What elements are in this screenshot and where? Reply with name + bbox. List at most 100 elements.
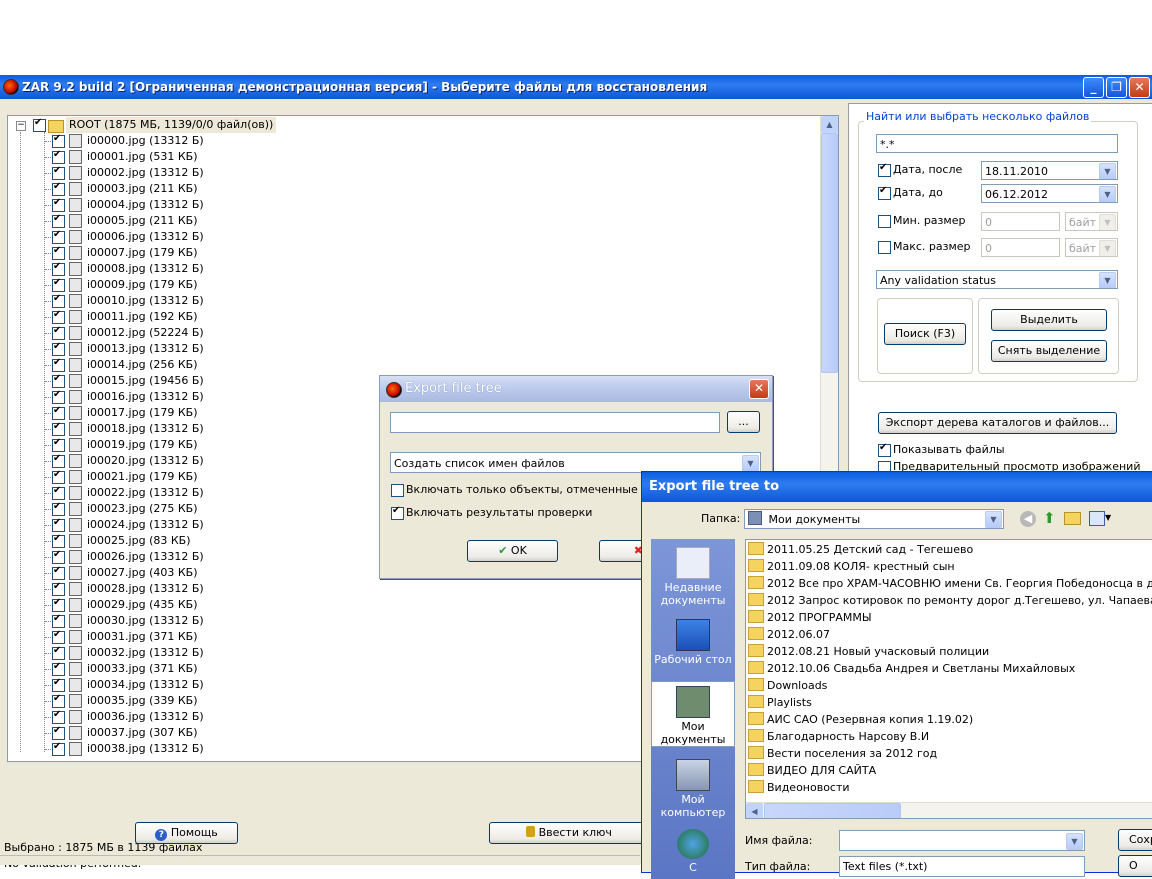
file-checkbox[interactable] — [52, 277, 65, 292]
date-after-picker[interactable]: 18.11.2010 ▼ — [981, 161, 1118, 180]
file-label[interactable]: i00017.jpg (179 КБ) — [87, 405, 198, 421]
file-checkbox[interactable] — [52, 213, 65, 228]
scroll-left-icon[interactable]: ◀ — [746, 803, 763, 818]
file-checkbox[interactable] — [52, 325, 65, 340]
browse-button[interactable]: ... — [727, 411, 760, 433]
chevron-down-icon[interactable]: ▼ — [742, 455, 759, 472]
file-checkbox[interactable] — [52, 197, 65, 212]
file-checkbox[interactable] — [52, 341, 65, 356]
file-label[interactable]: i00033.jpg (371 КБ) — [87, 661, 198, 677]
tree-file-row[interactable]: i00004.jpg (13312 Б) — [8, 197, 808, 213]
file-checkbox[interactable] — [52, 533, 65, 548]
tree-file-row[interactable]: i00009.jpg (179 КБ) — [8, 277, 808, 293]
file-label[interactable]: i00028.jpg (13312 Б) — [87, 581, 204, 597]
file-checkbox[interactable] — [52, 693, 65, 708]
file-checkbox[interactable] — [52, 565, 65, 580]
folder-list-item[interactable]: Downloads — [748, 677, 827, 694]
folder-list-item[interactable]: 2012 Запрос котировок по ремонту дорог д… — [748, 592, 1152, 609]
max-size-input[interactable]: 0 — [981, 238, 1060, 257]
folder-list-item[interactable]: 2012 ПРОГРАММЫ — [748, 609, 872, 626]
tree-file-row[interactable]: i00001.jpg (531 КБ) — [8, 149, 808, 165]
tree-file-row[interactable]: i00003.jpg (211 КБ) — [8, 181, 808, 197]
file-label[interactable]: i00003.jpg (211 КБ) — [87, 181, 198, 197]
tree-file-row[interactable]: i00007.jpg (179 КБ) — [8, 245, 808, 261]
export-path-input[interactable] — [390, 412, 720, 433]
min-size-input[interactable]: 0 — [981, 212, 1060, 231]
file-checkbox[interactable] — [52, 405, 65, 420]
file-checkbox[interactable] — [52, 181, 65, 196]
help-button[interactable]: ? Помощь — [135, 822, 238, 844]
file-label[interactable]: i00023.jpg (275 КБ) — [87, 501, 198, 517]
file-label[interactable]: i00007.jpg (179 КБ) — [87, 245, 198, 261]
file-checkbox[interactable] — [52, 629, 65, 644]
file-label[interactable]: i00021.jpg (179 КБ) — [87, 469, 198, 485]
folder-list-item[interactable]: 2012 Все про ХРАМ-ЧАСОВНЮ имени Св. Геор… — [748, 575, 1152, 592]
file-checkbox[interactable] — [52, 549, 65, 564]
tree-file-row[interactable]: i00013.jpg (13312 Б) — [8, 341, 808, 357]
file-label[interactable]: i00015.jpg (19456 Б) — [87, 373, 204, 389]
up-folder-icon[interactable]: ⬆ — [1043, 510, 1056, 526]
file-checkbox[interactable] — [52, 165, 65, 180]
export-tree-button[interactable]: Экспорт дерева каталогов и файлов... — [878, 412, 1117, 434]
place-my-computer[interactable]: Мой компьютер — [651, 759, 735, 819]
file-checkbox[interactable] — [52, 437, 65, 452]
place-desktop[interactable]: Рабочий стол — [651, 619, 735, 666]
file-label[interactable]: i00032.jpg (13312 Б) — [87, 645, 204, 661]
file-checkbox[interactable] — [52, 645, 65, 660]
file-checkbox[interactable] — [52, 293, 65, 308]
file-checkbox[interactable] — [52, 581, 65, 596]
close-button[interactable]: ✕ — [1129, 77, 1150, 98]
scroll-thumb[interactable] — [821, 133, 838, 373]
date-before-picker[interactable]: 06.12.2012 ▼ — [981, 184, 1118, 203]
root-checkbox[interactable] — [33, 117, 46, 132]
new-folder-icon[interactable] — [1064, 512, 1081, 525]
file-checkbox[interactable] — [52, 741, 65, 756]
file-label[interactable]: i00014.jpg (256 КБ) — [87, 357, 198, 373]
tree-file-row[interactable]: i00012.jpg (52224 Б) — [8, 325, 808, 341]
file-checkbox[interactable] — [52, 373, 65, 388]
min-size-unit-select[interactable]: байт ▼ — [1065, 212, 1118, 231]
file-checkbox[interactable] — [52, 357, 65, 372]
max-size-unit-select[interactable]: байт ▼ — [1065, 238, 1118, 257]
search-button[interactable]: Поиск (F3) — [884, 323, 966, 345]
file-checkbox[interactable] — [52, 613, 65, 628]
collapse-toggle[interactable]: − — [16, 121, 26, 131]
file-label[interactable]: i00004.jpg (13312 Б) — [87, 197, 204, 213]
chevron-down-icon[interactable]: ▼ — [1066, 833, 1083, 850]
chevron-down-icon[interactable]: ▼ — [1099, 240, 1116, 256]
date-before-checkbox[interactable] — [878, 185, 891, 200]
file-label[interactable]: i00035.jpg (339 КБ) — [87, 693, 198, 709]
folder-list-item[interactable]: 2012.10.06 Свадьба Андрея и Светланы Мих… — [748, 660, 1075, 677]
restore-button[interactable]: ❐ — [1106, 77, 1127, 98]
view-menu-icon[interactable] — [1089, 511, 1105, 526]
file-checkbox[interactable] — [52, 597, 65, 612]
file-checkbox[interactable] — [52, 469, 65, 484]
filename-input[interactable]: ▼ — [839, 830, 1085, 851]
file-checkbox[interactable] — [52, 485, 65, 500]
file-label[interactable]: i00022.jpg (13312 Б) — [87, 485, 204, 501]
tree-file-row[interactable]: i00014.jpg (256 КБ) — [8, 357, 808, 373]
hscroll-thumb[interactable] — [764, 803, 901, 818]
close-icon[interactable]: ✕ — [749, 379, 769, 399]
file-label[interactable]: i00020.jpg (13312 Б) — [87, 453, 204, 469]
save-dialog-title-bar[interactable]: Export file tree to — [642, 472, 1152, 502]
file-checkbox[interactable] — [52, 229, 65, 244]
ok-button[interactable]: ✔ OK — [467, 540, 558, 562]
export-format-select[interactable]: Создать список имен файлов ▼ — [390, 452, 761, 473]
min-size-checkbox[interactable] — [878, 215, 891, 228]
main-title-bar[interactable]: ZAR 9.2 build 2 [Ограниченная демонстрац… — [0, 75, 1152, 99]
file-checkbox[interactable] — [52, 421, 65, 436]
file-label[interactable]: i00029.jpg (435 КБ) — [87, 597, 198, 613]
file-checkbox[interactable] — [52, 245, 65, 260]
select-button[interactable]: Выделить — [991, 309, 1107, 331]
file-label[interactable]: i00013.jpg (13312 Б) — [87, 341, 204, 357]
file-label[interactable]: i00000.jpg (13312 Б) — [87, 133, 204, 149]
back-icon[interactable]: ◀ — [1020, 511, 1036, 527]
file-label[interactable]: i00026.jpg (13312 Б) — [87, 549, 204, 565]
folder-list-item[interactable]: 2012.08.21 Новый учасковый полиции — [748, 643, 989, 660]
file-label[interactable]: i00011.jpg (192 КБ) — [87, 309, 198, 325]
folder-list-item[interactable]: Playlists — [748, 694, 812, 711]
file-label[interactable]: i00027.jpg (403 КБ) — [87, 565, 198, 581]
chevron-down-icon[interactable]: ▼ — [985, 511, 1002, 528]
save-button[interactable]: Сохр — [1118, 829, 1152, 851]
